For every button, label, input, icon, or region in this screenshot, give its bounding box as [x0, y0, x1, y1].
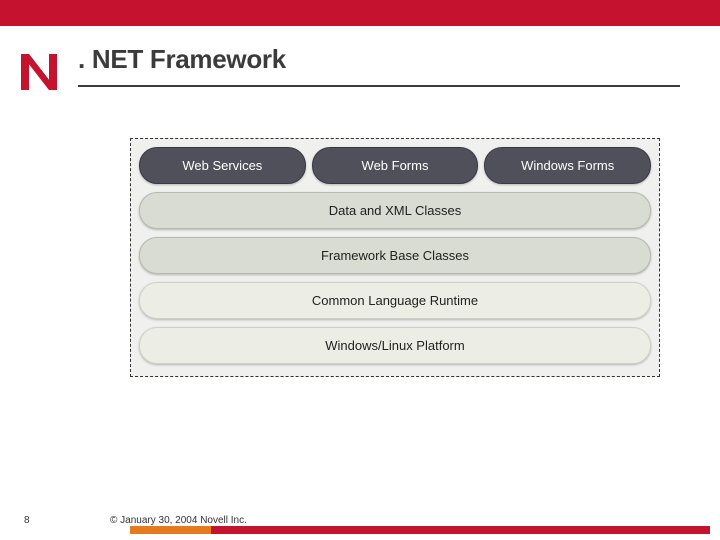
layer-web-forms: Web Forms — [312, 147, 479, 184]
slide-footer: 8 © January 30, 2004 Novell Inc. — [0, 502, 720, 540]
layer-data-xml: Data and XML Classes — [139, 192, 651, 229]
layer-platform: Windows/Linux Platform — [139, 327, 651, 364]
slide-header: . NET Framework — [0, 26, 720, 94]
brand-top-bar — [0, 0, 720, 26]
stack-row-top: Web Services Web Forms Windows Forms — [139, 147, 651, 184]
footer-accent-bar — [130, 526, 710, 534]
copyright-text: © January 30, 2004 Novell Inc. — [110, 515, 247, 526]
page-number: 8 — [24, 515, 30, 526]
diagram-area: Web Services Web Forms Windows Forms Dat… — [130, 138, 660, 377]
layer-windows-forms: Windows Forms — [484, 147, 651, 184]
layer-clr: Common Language Runtime — [139, 282, 651, 319]
framework-stack-diagram: Web Services Web Forms Windows Forms Dat… — [130, 138, 660, 377]
page-title: . NET Framework — [78, 44, 680, 87]
novell-logo — [0, 44, 78, 94]
logo-n-icon — [17, 50, 61, 94]
layer-web-services: Web Services — [139, 147, 306, 184]
layer-base-classes: Framework Base Classes — [139, 237, 651, 274]
